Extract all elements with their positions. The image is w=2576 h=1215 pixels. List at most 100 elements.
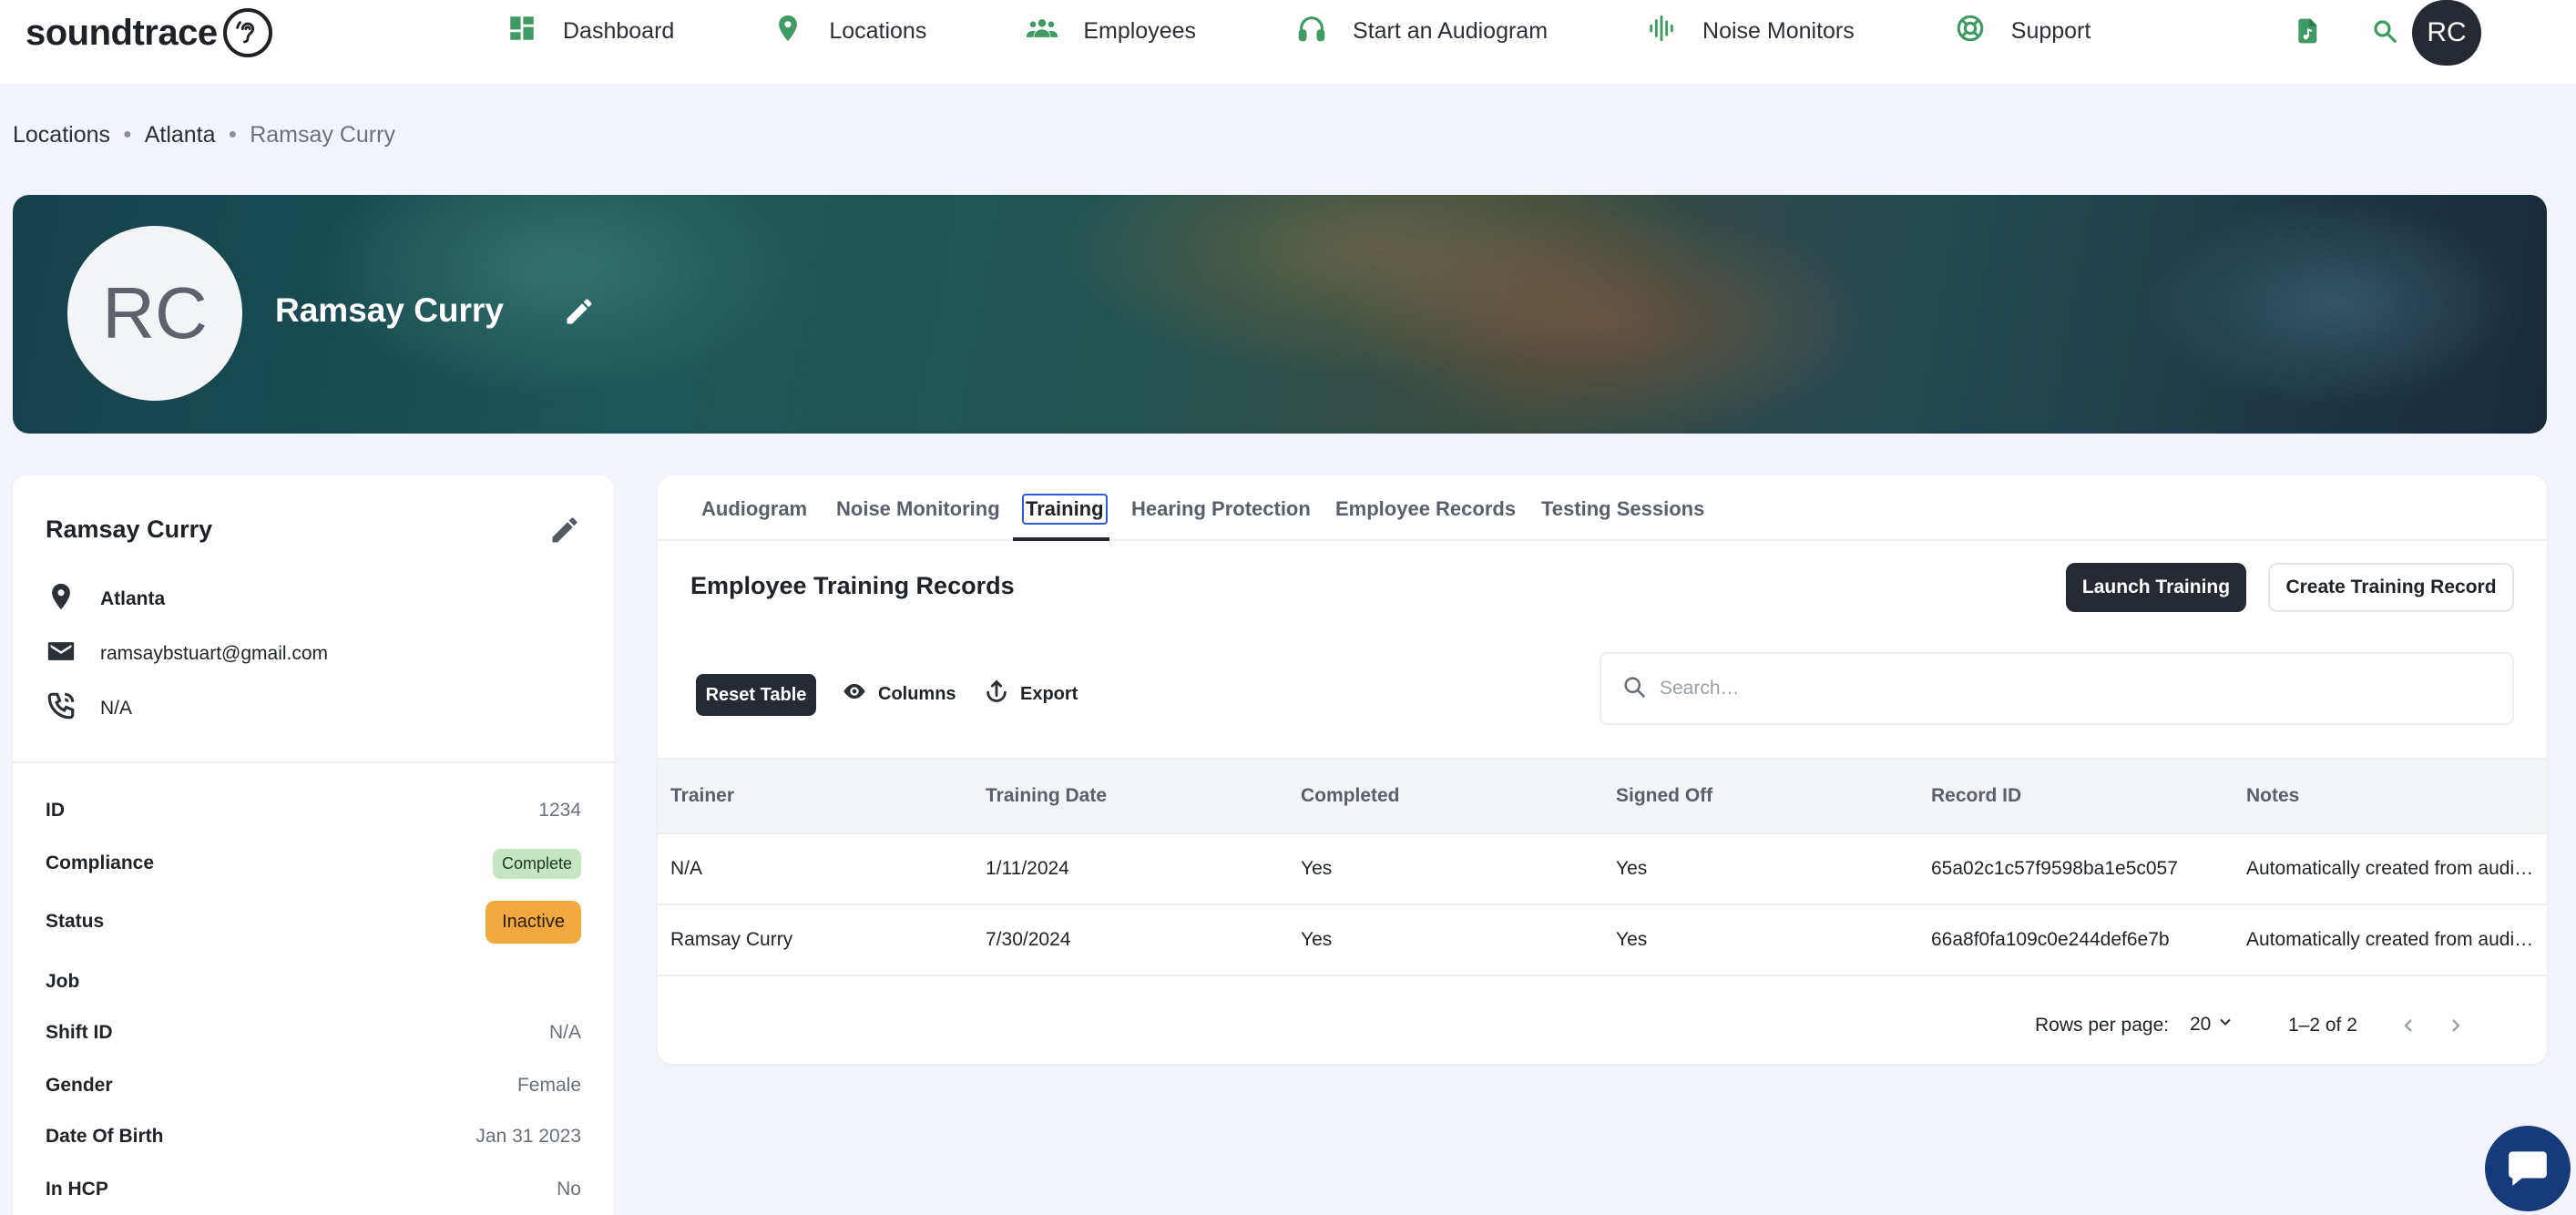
field-label: ID: [46, 800, 65, 821]
cell-record-id: 66a8f0fa109c0e244def6e7b: [1931, 929, 2170, 950]
column-header-training-date[interactable]: Training Date: [986, 785, 1107, 807]
rows-per-page-label: Rows per page:: [2035, 1015, 2170, 1036]
export-anchor-icon: [984, 679, 1009, 710]
people-icon: [1027, 13, 1058, 50]
breadcrumb-item-atlanta[interactable]: Atlanta: [145, 122, 216, 148]
location-pin-icon: [772, 13, 803, 50]
cell-trainer: Ramsay Curry: [670, 929, 793, 950]
breadcrumb-separator: ●: [228, 127, 238, 142]
user-avatar[interactable]: RC: [2412, 0, 2481, 66]
cell-notes: Automatically created from audi…: [2246, 929, 2534, 950]
cell-signed-off: Yes: [1616, 929, 1648, 950]
nav-item-employees[interactable]: Employees: [1027, 13, 1196, 50]
music-file-icon[interactable]: [2292, 15, 2325, 47]
export-button[interactable]: Export: [984, 676, 1078, 712]
tab-noise-monitoring[interactable]: Noise Monitoring: [836, 497, 1000, 521]
profile-email-row: ramsaybstuart@gmail.com: [46, 636, 328, 672]
next-page-button[interactable]: [2441, 1011, 2470, 1040]
chevron-down-icon: [2216, 1013, 2234, 1036]
field-value: Female: [516, 1075, 581, 1096]
profile-field-in-hcp: In HCP No: [46, 1171, 581, 1208]
nav-item-start-audiogram[interactable]: Start an Audiogram: [1296, 13, 1548, 50]
phone-icon: [46, 690, 77, 727]
chat-support-button[interactable]: [2485, 1126, 2571, 1211]
field-label: Gender: [46, 1075, 113, 1096]
nav-item-dashboard[interactable]: Dashboard: [506, 13, 674, 50]
field-label: Shift ID: [46, 1022, 113, 1043]
table-row[interactable]: N/A 1/11/2024 Yes Yes 65a02c1c57f9598ba1…: [658, 834, 2547, 905]
search-icon: [1621, 674, 1647, 704]
nav-item-locations[interactable]: Locations: [772, 13, 926, 50]
table-header: Trainer Training Date Completed Signed O…: [658, 758, 2547, 834]
rows-per-page-value: 20: [2190, 1014, 2212, 1035]
profile-field-date-of-birth: Date Of Birth Jan 31 2023: [46, 1118, 581, 1155]
cell-training-date: 1/11/2024: [986, 858, 1069, 879]
nav-item-noise-monitors[interactable]: Noise Monitors: [1646, 13, 1855, 50]
breadcrumb: Locations ● Atlanta ● Ramsay Curry: [13, 118, 395, 151]
edit-pencil-icon[interactable]: [548, 514, 581, 546]
launch-training-button[interactable]: Launch Training: [2066, 563, 2246, 612]
profile-field-job: Job: [46, 964, 581, 1000]
tab-testing-sessions[interactable]: Testing Sessions: [1541, 497, 1704, 521]
field-value: N/A: [548, 1022, 581, 1043]
create-training-record-button[interactable]: Create Training Record: [2268, 563, 2514, 612]
pagination-range: 1–2 of 2: [2288, 1015, 2357, 1036]
column-header-notes[interactable]: Notes: [2246, 785, 2299, 807]
columns-button[interactable]: Columns: [842, 676, 956, 712]
tab-audiogram[interactable]: Audiogram: [701, 497, 807, 521]
chat-bubble-icon: [2505, 1144, 2550, 1194]
chevron-right-icon: [2452, 1019, 2460, 1032]
profile-name: Ramsay Curry: [46, 516, 213, 543]
cell-signed-off: Yes: [1616, 858, 1648, 879]
nav-label: Dashboard: [563, 17, 675, 44]
dashboard-icon: [506, 13, 537, 50]
breadcrumb-item-locations[interactable]: Locations: [13, 122, 110, 148]
headphones-icon: [1296, 13, 1327, 50]
profile-phone-row: N/A: [46, 690, 132, 727]
tab-training[interactable]: Training: [1022, 494, 1108, 525]
cell-completed: Yes: [1301, 929, 1333, 950]
logo-text: soundtrace: [26, 12, 218, 53]
field-label: Status: [46, 911, 105, 932]
column-header-signed-off[interactable]: Signed Off: [1616, 785, 1712, 807]
employee-profile-card: Ramsay Curry Atlanta ramsaybstuart@gmail…: [13, 475, 614, 1215]
ear-logo-icon: [222, 8, 272, 57]
table-row[interactable]: Ramsay Curry 7/30/2024 Yes Yes 66a8f0fa1…: [658, 905, 2547, 976]
nav-item-support[interactable]: Support: [1955, 13, 2091, 50]
field-value: Jan 31 2023: [475, 1126, 581, 1147]
profile-field-compliance: Compliance Complete: [46, 845, 581, 882]
nav-label: Employees: [1083, 17, 1197, 44]
table-search-input[interactable]: [1660, 678, 2479, 699]
previous-page-button[interactable]: [2394, 1011, 2423, 1040]
profile-phone: N/A: [100, 698, 133, 719]
email-icon: [46, 636, 77, 672]
breadcrumb-item-current: Ramsay Curry: [250, 121, 395, 148]
field-label: Job: [46, 971, 80, 992]
edit-pencil-icon[interactable]: [563, 295, 596, 328]
profile-location: Atlanta: [100, 588, 166, 609]
breadcrumb-separator: ●: [123, 127, 132, 142]
nav-label: Locations: [829, 17, 927, 44]
column-header-completed[interactable]: Completed: [1301, 785, 1400, 807]
profile-email[interactable]: ramsaybstuart@gmail.com: [100, 643, 328, 665]
nav-label: Noise Monitors: [1702, 17, 1855, 44]
reset-table-button[interactable]: Reset Table: [696, 674, 816, 716]
column-header-trainer[interactable]: Trainer: [670, 785, 734, 807]
field-label: In HCP: [46, 1179, 108, 1200]
cell-completed: Yes: [1301, 858, 1333, 879]
search-icon[interactable]: [2368, 15, 2401, 47]
rows-per-page-select[interactable]: 20: [2190, 1013, 2234, 1036]
table-search-box: [1600, 652, 2514, 725]
compliance-badge: Complete: [492, 848, 581, 879]
nav-label: Start an Audiogram: [1353, 17, 1549, 44]
column-header-record-id[interactable]: Record ID: [1931, 785, 2021, 807]
tab-employee-records[interactable]: Employee Records: [1335, 497, 1516, 521]
profile-banner: RC Ramsay Curry: [13, 195, 2547, 434]
tab-hearing-protection[interactable]: Hearing Protection: [1131, 497, 1311, 521]
top-navigation-bar: soundtrace Dashboard Locations Employees…: [0, 0, 2576, 84]
nav-label: Support: [2010, 17, 2091, 44]
soundtrace-logo[interactable]: soundtrace: [26, 4, 272, 62]
employee-tabs: Audiogram Noise Monitoring Training Hear…: [658, 475, 2547, 541]
eye-icon: [842, 679, 867, 710]
lifebuoy-icon: [1955, 13, 1986, 50]
